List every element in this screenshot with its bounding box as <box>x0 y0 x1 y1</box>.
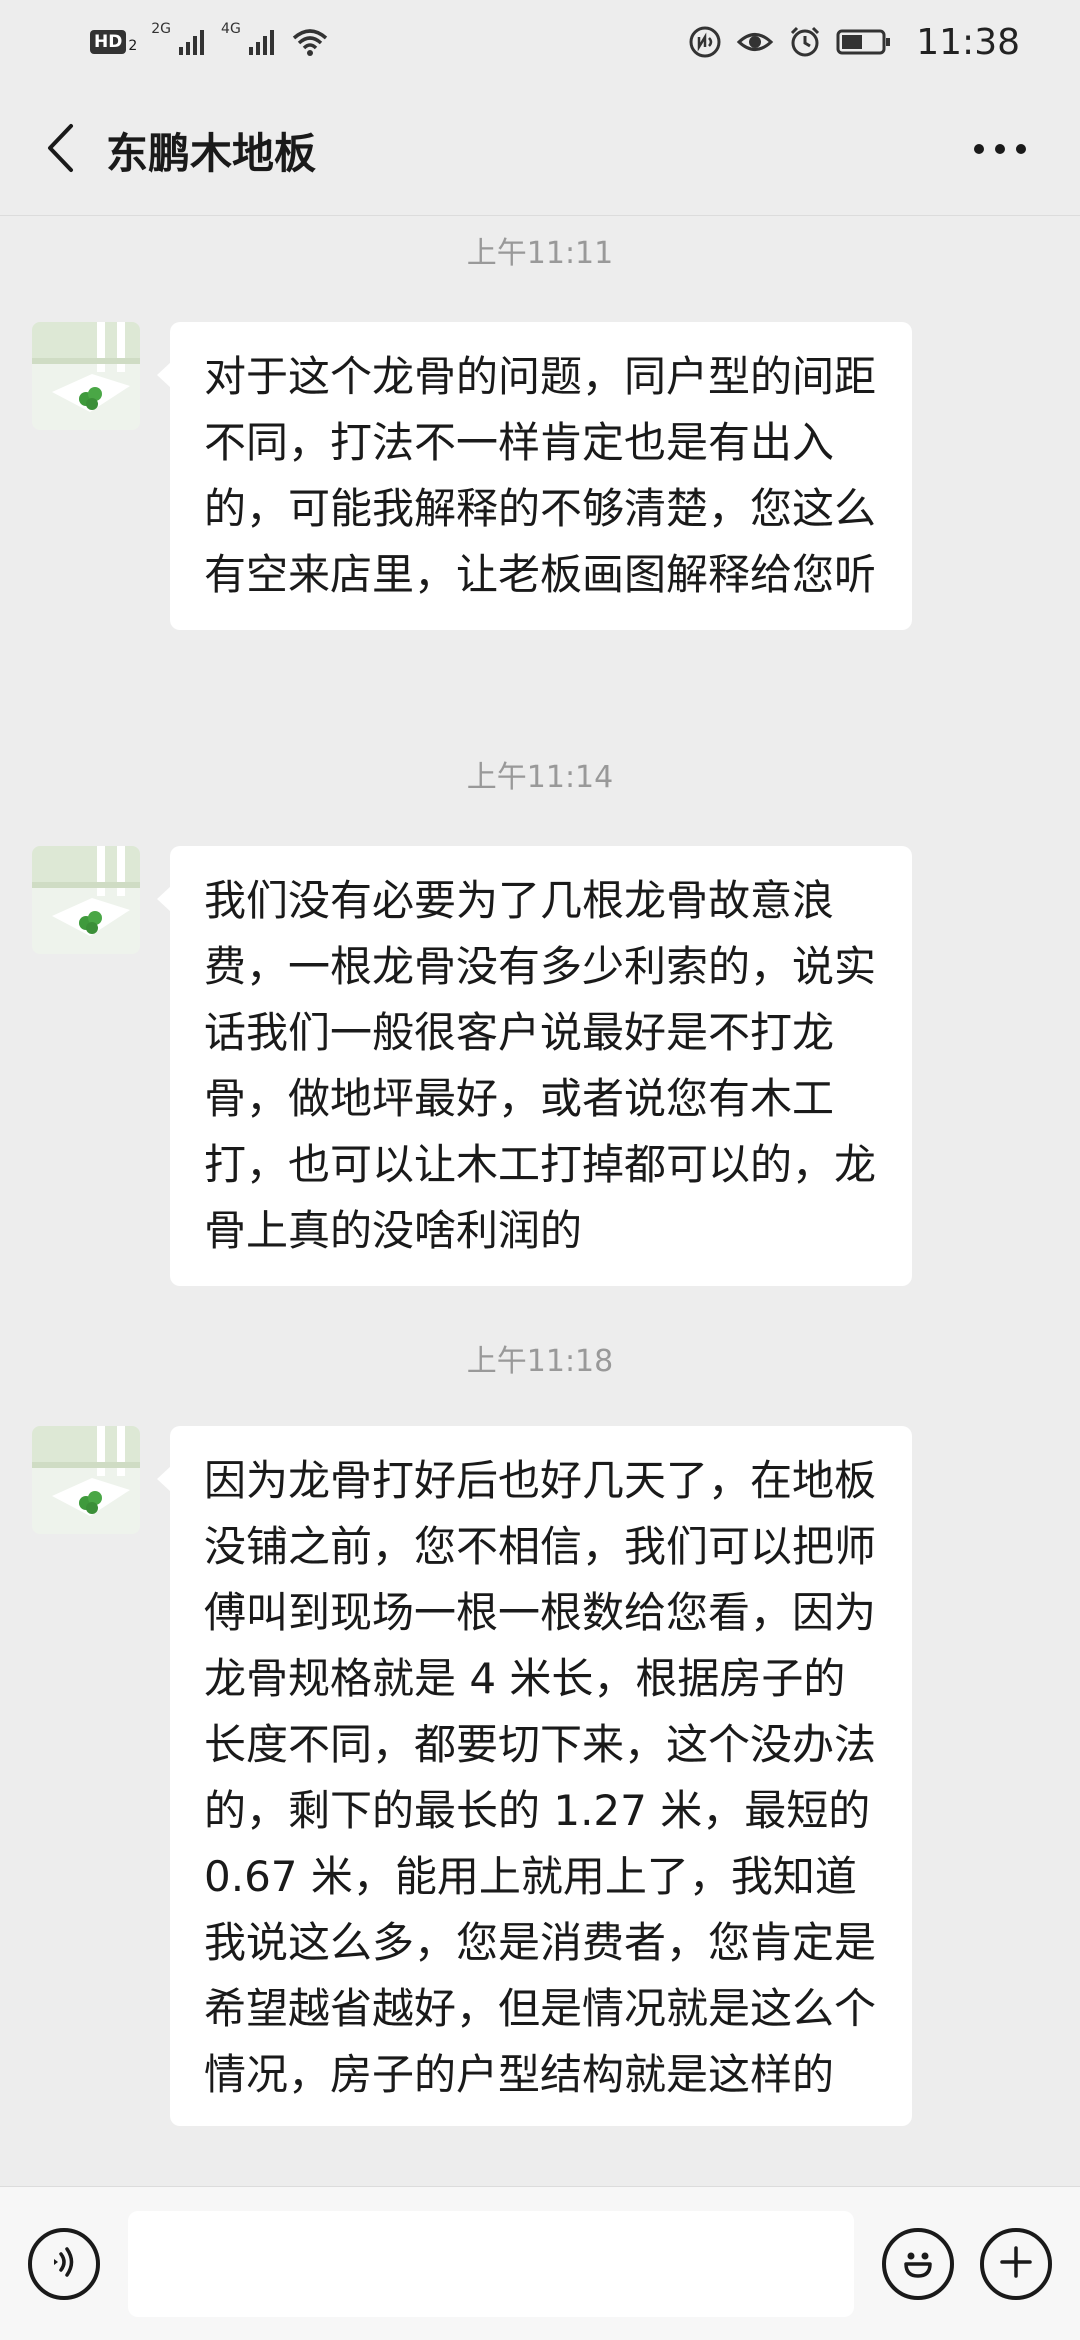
more-button[interactable] <box>960 110 1040 190</box>
input-bar <box>0 2186 1080 2340</box>
message-bubble[interactable]: 对于这个龙骨的问题，同户型的间距不同，打法不一样肯定也是有出入的，可能我解释的不… <box>157 322 912 630</box>
eye-icon <box>736 27 774 57</box>
header-divider <box>0 215 1080 216</box>
input-bar-actions <box>882 2227 1052 2300</box>
avatar[interactable] <box>32 1426 140 1534</box>
sim1-label: 2G <box>151 21 172 37</box>
avatar[interactable] <box>32 846 140 954</box>
back-button[interactable] <box>30 110 90 190</box>
avatar-image <box>32 322 140 430</box>
avatar-image <box>32 846 140 954</box>
wifi-icon <box>291 27 329 57</box>
chat-header: 东鹏木地板 <box>0 84 1080 216</box>
message-timestamp: 上午11:11 <box>466 236 614 271</box>
signal-icon <box>177 27 207 57</box>
message-bubble[interactable]: 我们没有必要为了几根龙骨故意浪费，一根龙骨没有多少利索的，说实话我们一般很客户说… <box>157 846 912 1286</box>
avatar[interactable] <box>32 322 140 430</box>
sim2-label: 4G <box>221 21 241 37</box>
hd-icon: HD 2 <box>90 30 137 54</box>
chevron-left-icon <box>45 123 75 177</box>
message-input[interactable] <box>128 2210 854 2317</box>
message-timestamp: 上午11:18 <box>466 1344 614 1379</box>
signal-icon <box>247 27 277 57</box>
message-timestamp: 上午11:14 <box>466 760 614 795</box>
status-time: 11:38 <box>916 21 1020 63</box>
status-bar-right: 11:38 <box>688 22 1020 63</box>
plus-icon <box>996 2242 1036 2286</box>
message-text: 因为龙骨打好后也好几天了，在地板没铺之前，您不相信，我们可以把师傅叫到现场一根一… <box>204 1456 877 2099</box>
voice-button[interactable] <box>28 2227 100 2300</box>
alarm-icon <box>788 25 822 59</box>
status-bar: HD 2 2G 4G 11:38 <box>0 0 1080 84</box>
nfc-icon <box>688 25 722 59</box>
emoji-icon <box>896 2240 940 2288</box>
message-text: 对于这个龙骨的问题，同户型的间距不同，打法不一样肯定也是有出入的，可能我解释的不… <box>204 352 877 599</box>
plus-button[interactable] <box>980 2227 1052 2300</box>
status-bar-left: HD 2 2G 4G <box>90 21 329 57</box>
voice-icon <box>44 2242 84 2286</box>
message-bubble[interactable]: 因为龙骨打好后也好几天了，在地板没铺之前，您不相信，我们可以把师傅叫到现场一根一… <box>157 1426 912 2126</box>
message-text: 我们没有必要为了几根龙骨故意浪费，一根龙骨没有多少利索的，说实话我们一般很客户说… <box>204 876 877 1255</box>
more-dots-icon <box>972 141 1028 160</box>
chat-title: 东鹏木地板 <box>106 128 317 178</box>
battery-icon <box>836 28 892 56</box>
emoji-button[interactable] <box>882 2227 954 2300</box>
avatar-image <box>32 1426 140 1534</box>
